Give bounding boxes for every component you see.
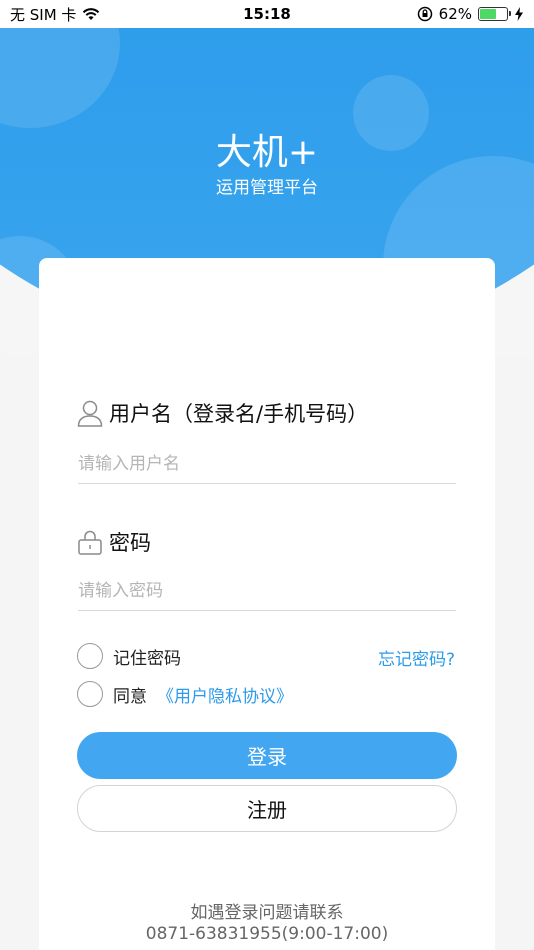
lock-icon (78, 530, 102, 555)
password-label: 密码 (109, 531, 151, 555)
remember-checkbox[interactable] (77, 643, 103, 669)
password-input[interactable] (78, 571, 456, 611)
username-label: 用户名（登录名/手机号码） (109, 402, 369, 426)
remember-label: 记住密码 (113, 648, 181, 669)
contact-phone: 0871-63831955(9:00-17:00) (145, 924, 389, 944)
status-left: 无 SIM 卡 (10, 4, 100, 25)
rotation-lock-icon (417, 6, 432, 22)
username-input[interactable] (78, 444, 456, 484)
status-bar: 无 SIM 卡 15:18 62% (0, 0, 534, 28)
status-right: 62% (417, 5, 524, 23)
app-subtitle: 运用管理平台 (216, 178, 318, 198)
register-button[interactable]: 注册 (77, 785, 457, 832)
privacy-policy-link[interactable]: 《用户隐私协议》 (157, 682, 293, 707)
battery-percent: 62% (438, 5, 472, 23)
carrier-label: 无 SIM 卡 (10, 5, 77, 24)
password-label-row: 密码 (77, 527, 151, 557)
battery-icon (478, 7, 511, 21)
help-text: 如遇登录问题请联系 (190, 903, 344, 923)
login-button[interactable]: 登录 (77, 732, 457, 779)
login-card: 用户名（登录名/手机号码） 密码 记住密码 忘记密码? 同意 《用户隐私协议》 … (39, 258, 495, 950)
agreement-row: 同意 《用户隐私协议》 (77, 681, 293, 707)
user-icon (77, 400, 103, 427)
agree-label: 同意 (113, 686, 147, 707)
forgot-password-link[interactable]: 忘记密码? (378, 645, 455, 670)
username-label-row: 用户名（登录名/手机号码） (77, 398, 368, 428)
charging-icon (515, 7, 523, 21)
battery-fill (480, 9, 497, 19)
agree-checkbox[interactable] (77, 681, 103, 707)
remember-row: 记住密码 (77, 643, 181, 669)
app-title: 大机+ (215, 132, 319, 173)
wifi-icon (83, 8, 100, 20)
